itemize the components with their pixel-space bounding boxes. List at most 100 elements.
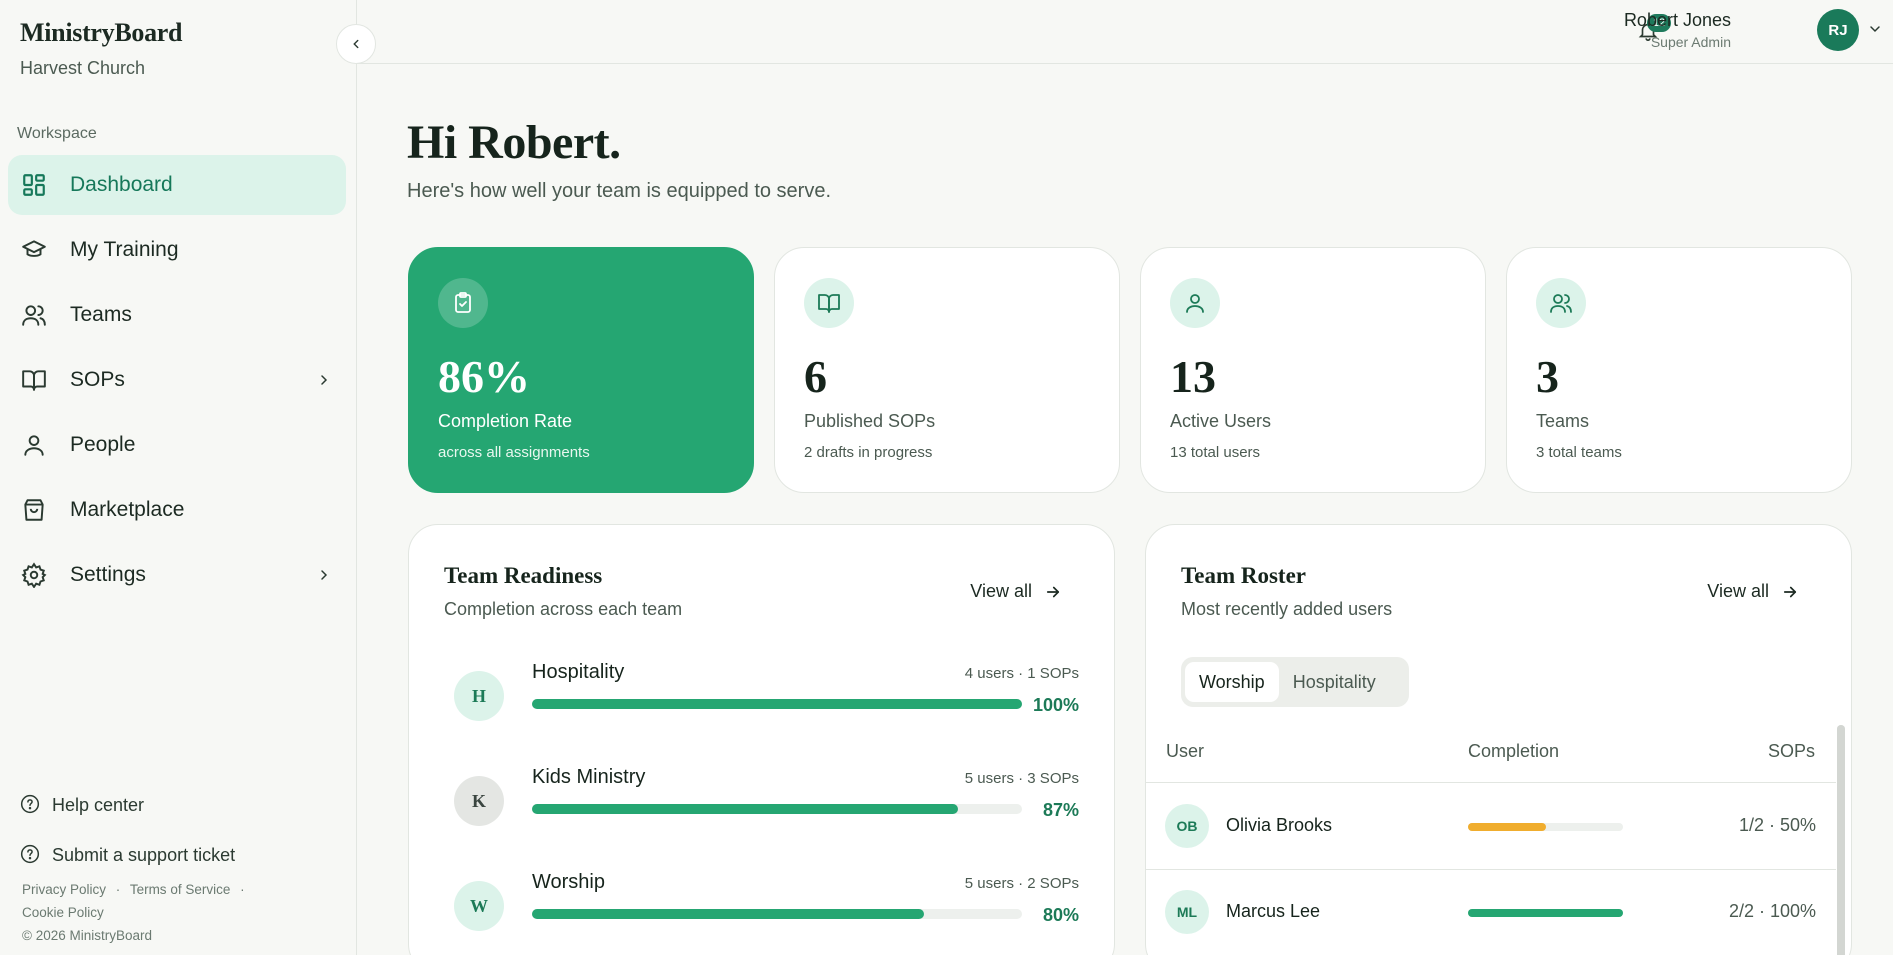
column-header-completion: Completion — [1468, 741, 1560, 761]
arrow-right-icon — [1781, 583, 1799, 601]
separator: · — [115, 882, 121, 897]
team-percent: 80% — [1042, 905, 1079, 925]
completion-bar — [1468, 909, 1623, 917]
stat-label: Published SOPs — [804, 411, 936, 431]
book-icon — [20, 366, 48, 394]
panel-title: Team Readiness — [444, 563, 603, 588]
nav-item-marketplace[interactable]: Marketplace — [8, 480, 346, 540]
team-row-hospitality[interactable]: H Hospitality 4 users · 1 SOPs 100% — [454, 661, 1079, 741]
avatar: OB — [1165, 804, 1209, 848]
team-tabs: Worship Hospitality — [1181, 657, 1409, 707]
copyright: © 2026 MinistryBoard — [22, 928, 153, 943]
nav-item-sops[interactable]: SOPs — [8, 350, 346, 410]
user-role: Super Admin — [1650, 34, 1731, 50]
panel-subtitle: Most recently added users — [1181, 599, 1393, 619]
user-name: Robert Jones — [1623, 10, 1731, 30]
nav-item-my-training[interactable]: My Training — [8, 220, 346, 280]
book-icon — [804, 278, 854, 328]
sidebar: MinistryBoard Harvest Church Workspace D… — [0, 0, 357, 955]
stat-label: Active Users — [1170, 411, 1272, 431]
gear-icon — [20, 561, 48, 589]
team-avatar: H — [454, 671, 504, 721]
chevron-right-icon — [316, 565, 332, 589]
scrollbar-thumb[interactable] — [1837, 725, 1845, 955]
panel-title: Team Roster — [1181, 563, 1306, 588]
user-menu[interactable]: Robert Jones Super Admin — [1624, 10, 1731, 50]
dashboard-icon — [20, 171, 48, 199]
stat-value: 6 — [804, 351, 827, 402]
arrow-right-icon — [1044, 583, 1062, 601]
nav-label: SOPs — [70, 368, 125, 391]
user-name: Marcus Lee — [1226, 901, 1321, 921]
main-nav: Dashboard My Training Teams SOPs People … — [8, 155, 346, 610]
users-icon — [1536, 278, 1586, 328]
stat-sub: across all assignments — [438, 444, 590, 461]
chevron-left-icon — [349, 37, 363, 51]
team-progress-bar — [532, 909, 1022, 919]
stat-label: Teams — [1536, 411, 1590, 431]
completion-bar — [1468, 823, 1623, 831]
help-circle-icon — [20, 794, 42, 816]
nav-item-teams[interactable]: Teams — [8, 285, 346, 345]
scrollbar[interactable] — [1837, 725, 1845, 955]
table-row[interactable]: OB Olivia Brooks 1/2 · 50% — [1146, 783, 1836, 869]
team-percent: 87% — [1042, 800, 1079, 820]
team-percent: 100% — [1032, 695, 1079, 715]
nav-item-people[interactable]: People — [8, 415, 346, 475]
brand-title[interactable]: MinistryBoard — [20, 18, 183, 48]
support-ticket-label: Submit a support ticket — [52, 844, 236, 865]
stat-card-completion-rate[interactable]: 86% Completion Rate across all assignmen… — [408, 247, 754, 493]
privacy-policy-link[interactable]: Privacy Policy — [22, 882, 106, 897]
nav-label: Teams — [70, 303, 132, 326]
stat-sub: 13 total users — [1170, 444, 1261, 461]
stat-sub: 2 drafts in progress — [804, 444, 933, 461]
team-avatar: W — [454, 881, 504, 931]
shopping-bag-icon — [20, 496, 48, 524]
team-name: Worship — [532, 871, 605, 893]
help-center-link[interactable]: Help center — [20, 780, 340, 830]
team-meta: 5 users · 2 SOPs — [964, 875, 1079, 892]
view-all-button[interactable]: View all — [970, 581, 1062, 602]
top-bar: 12 Robert Jones Super Admin RJ — [357, 0, 1893, 64]
stat-value: 13 — [1170, 351, 1216, 402]
view-all-button[interactable]: View all — [1707, 581, 1799, 602]
nav-label: My Training — [70, 238, 179, 261]
stat-sub: 3 total teams — [1536, 444, 1622, 461]
users-icon — [20, 301, 48, 329]
page-subtitle: Here's how well your team is equipped to… — [407, 180, 832, 202]
nav-item-settings[interactable]: Settings — [8, 545, 346, 605]
user-icon — [1170, 278, 1220, 328]
view-all-label: View all — [1707, 581, 1769, 601]
chevron-down-icon[interactable] — [1867, 21, 1883, 42]
team-row-kids-ministry[interactable]: K Kids Ministry 5 users · 3 SOPs 87% — [454, 766, 1079, 846]
team-name: Kids Ministry — [532, 766, 646, 788]
chevron-right-icon — [316, 370, 332, 394]
collapse-sidebar-button[interactable] — [336, 24, 376, 64]
stat-card-teams[interactable]: 3 Teams 3 total teams — [1506, 247, 1852, 493]
table-row[interactable]: ML Marcus Lee 2/2 · 100% — [1146, 869, 1836, 955]
team-progress-fill — [532, 909, 924, 919]
sops-value: 1/2 · 50% — [1738, 815, 1816, 835]
terms-of-service-link[interactable]: Terms of Service — [130, 882, 231, 897]
completion-fill — [1468, 823, 1546, 831]
team-progress-bar — [532, 699, 1022, 709]
cookie-policy-link[interactable]: Cookie Policy — [22, 905, 104, 920]
team-progress-bar — [532, 804, 1022, 814]
nav-item-dashboard[interactable]: Dashboard — [8, 155, 346, 215]
help-circle-icon — [20, 844, 42, 866]
team-roster-panel: Team Roster Most recently added users Vi… — [1145, 524, 1852, 955]
panel-subtitle: Completion across each team — [444, 599, 683, 619]
organization-name: Harvest Church — [20, 58, 146, 78]
team-row-worship[interactable]: W Worship 5 users · 2 SOPs 80% — [454, 871, 1079, 951]
tab-worship[interactable]: Worship — [1185, 662, 1279, 702]
tab-hospitality[interactable]: Hospitality — [1279, 662, 1390, 702]
help-center-label: Help center — [52, 794, 145, 815]
nav-section-label: Workspace — [17, 125, 97, 142]
stat-value: 3 — [1536, 351, 1559, 402]
stat-card-published-sops[interactable]: 6 Published SOPs 2 drafts in progress — [774, 247, 1120, 493]
nav-label: Marketplace — [70, 498, 185, 521]
avatar[interactable]: RJ — [1817, 9, 1859, 51]
support-ticket-link[interactable]: Submit a support ticket — [20, 830, 340, 880]
clipboard-check-icon — [438, 278, 488, 328]
stat-card-active-users[interactable]: 13 Active Users 13 total users — [1140, 247, 1486, 493]
